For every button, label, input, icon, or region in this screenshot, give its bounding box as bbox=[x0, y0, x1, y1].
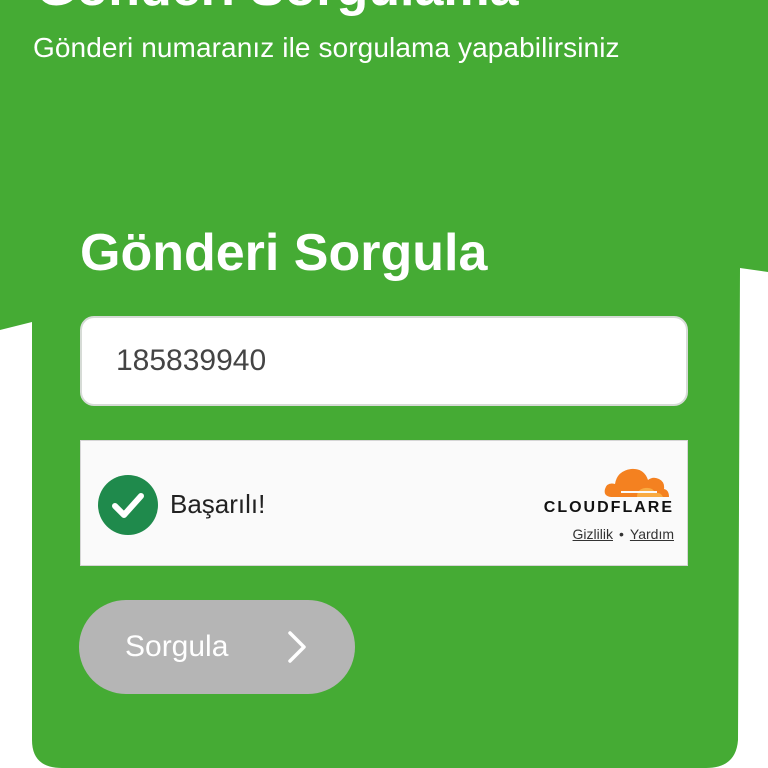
hero-title: Gönderi Sorgulama bbox=[36, 0, 519, 16]
link-separator: • bbox=[619, 526, 624, 542]
cloudflare-cloud-icon bbox=[604, 468, 669, 497]
tracking-number-input[interactable] bbox=[80, 316, 688, 406]
privacy-link[interactable]: Gizlilik bbox=[573, 526, 613, 542]
help-link[interactable]: Yardım bbox=[630, 526, 674, 542]
cloudflare-wordmark: CLOUDFLARE bbox=[543, 499, 674, 516]
form-title: Gönderi Sorgula bbox=[80, 224, 488, 282]
captcha-status-text: Başarılı! bbox=[170, 489, 266, 519]
chevron-right-icon bbox=[288, 631, 306, 663]
captcha-links: Gizlilik • Yardım bbox=[511, 526, 674, 542]
submit-query-button[interactable]: Sorgula bbox=[79, 600, 355, 694]
hero-subtitle: Gönderi numaranız ile sorgulama yapabili… bbox=[33, 32, 620, 63]
cloudflare-captcha-widget: Başarılı! CLOUDFLARE Gizlilik • Yardım bbox=[80, 440, 688, 566]
submit-button-label: Sorgula bbox=[125, 630, 229, 663]
check-circle-icon bbox=[98, 475, 158, 535]
